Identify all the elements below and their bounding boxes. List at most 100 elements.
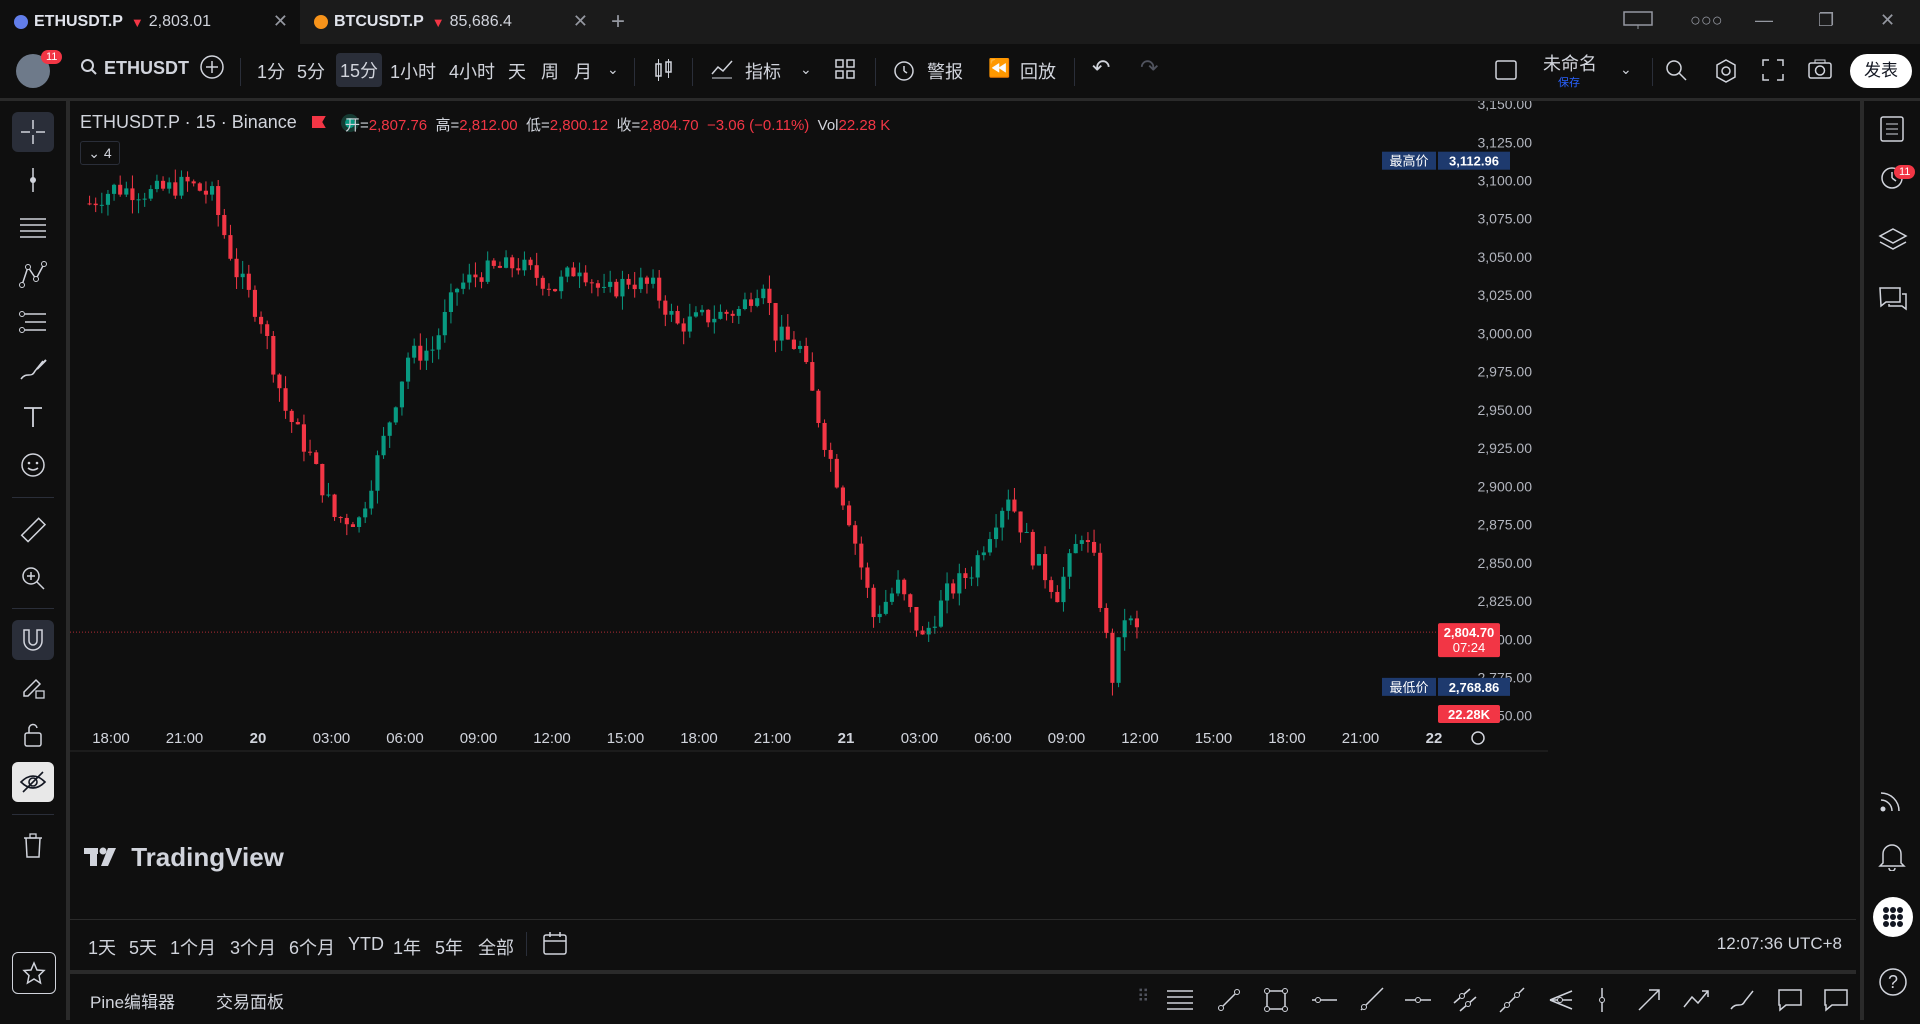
camera-icon[interactable] <box>1807 58 1833 85</box>
symbol-legend[interactable]: ETHUSDT.P · 15 · Binance <box>80 112 355 133</box>
interval-1m[interactable]: 1分 <box>257 58 285 84</box>
interval-5m[interactable]: 5分 <box>297 58 325 84</box>
range-all[interactable]: 全部 <box>478 934 514 960</box>
alert-icon[interactable] <box>892 58 916 87</box>
lowest-price-tag[interactable]: 最低价 2,768.86 <box>1382 677 1510 696</box>
path-icon[interactable] <box>1682 987 1710 1013</box>
crosshair-icon[interactable] <box>12 112 54 152</box>
close-icon[interactable]: ✕ <box>573 11 588 32</box>
chevron-down-icon[interactable]: ⌄ <box>800 61 812 78</box>
watchlist-icon[interactable] <box>1878 115 1906 148</box>
range-1d[interactable]: 1天 <box>88 934 116 960</box>
indicators-icon[interactable] <box>710 58 734 85</box>
brush-stroke-icon[interactable] <box>1729 987 1757 1013</box>
trendline-tools-icon[interactable] <box>12 207 54 247</box>
horizontal-lines-icon[interactable] <box>1165 987 1195 1013</box>
cursor-dot-icon[interactable] <box>12 160 54 200</box>
drag-handle-icon[interactable]: ⠿ <box>1137 987 1149 1007</box>
save-status[interactable]: 保存 <box>1558 74 1580 90</box>
lock-icon[interactable] <box>12 715 54 755</box>
apps-grid-icon[interactable] <box>1873 897 1913 937</box>
emoji-icon[interactable] <box>12 445 54 485</box>
ruler-icon[interactable] <box>12 511 54 551</box>
range-1y[interactable]: 1年 <box>393 934 421 960</box>
fullscreen-icon[interactable] <box>1761 58 1785 87</box>
indicator-collapse-button[interactable]: ⌄ 4 <box>80 141 120 165</box>
bell-icon[interactable] <box>1878 841 1906 876</box>
horizontal-ray-icon[interactable] <box>1310 987 1338 1013</box>
range-5y[interactable]: 5年 <box>435 934 463 960</box>
pattern-tools-icon[interactable] <box>12 255 54 295</box>
text-icon[interactable] <box>12 397 54 437</box>
chat-icon[interactable] <box>1878 285 1908 320</box>
interval-15m[interactable]: 15分 <box>336 53 383 87</box>
lock-drawing-icon[interactable] <box>12 667 54 707</box>
flag-icon[interactable] <box>311 116 326 128</box>
symbol-search[interactable]: ETHUSDT <box>104 58 189 79</box>
redo-icon[interactable]: ↷ <box>1140 55 1158 81</box>
pitchfork-icon[interactable] <box>1546 987 1574 1013</box>
minimize-icon[interactable]: — <box>1755 10 1773 31</box>
trash-icon[interactable] <box>12 826 54 866</box>
trading-panel-tab[interactable]: 交易面板 <box>216 988 284 1013</box>
range-5d[interactable]: 5天 <box>129 934 157 960</box>
range-1m[interactable]: 1个月 <box>170 934 216 960</box>
forecast-tools-icon[interactable] <box>12 302 54 342</box>
restore-icon[interactable]: ❐ <box>1818 10 1834 31</box>
alert-button[interactable]: 警报 <box>927 58 963 84</box>
templates-icon[interactable] <box>834 58 856 85</box>
range-6m[interactable]: 6个月 <box>289 934 335 960</box>
undo-icon[interactable]: ↶ <box>1092 55 1110 81</box>
tab-ethusdt[interactable]: ETHUSDT.P ▼ 2,803.01 ✕ <box>0 0 300 44</box>
horizontal-line-icon[interactable] <box>1404 987 1432 1013</box>
indicators-button[interactable]: 指标 <box>745 58 781 84</box>
ray-icon[interactable] <box>1358 987 1384 1013</box>
note-icon[interactable] <box>1822 987 1850 1013</box>
interval-day[interactable]: 天 <box>508 58 526 84</box>
favorites-star-icon[interactable] <box>12 952 56 994</box>
comment-icon[interactable] <box>1776 987 1804 1013</box>
layout-square-icon[interactable] <box>1494 58 1518 87</box>
window-close-icon[interactable]: ✕ <box>1880 10 1895 31</box>
add-symbol-icon[interactable] <box>199 54 225 85</box>
settings-icon[interactable] <box>1713 58 1739 89</box>
tab-btcusdt[interactable]: BTCUSDT.P ▼ 85,686.4 ✕ <box>300 0 600 44</box>
range-3m[interactable]: 3个月 <box>230 934 276 960</box>
search-icon[interactable] <box>80 58 98 81</box>
axis-settings-icon[interactable] <box>1471 731 1485 745</box>
range-ytd[interactable]: YTD <box>348 934 384 955</box>
rectangle-icon[interactable] <box>1263 987 1289 1013</box>
new-tab-icon[interactable]: + <box>611 8 625 36</box>
trend-line-icon[interactable] <box>1216 987 1242 1013</box>
quick-search-icon[interactable] <box>1664 58 1688 87</box>
highest-price-tag[interactable]: 最高价 3,112.96 <box>1382 151 1510 170</box>
replay-button[interactable]: 回放 <box>1020 58 1056 84</box>
pine-editor-tab[interactable]: Pine编辑器 <box>90 988 175 1013</box>
brush-icon[interactable] <box>12 350 54 390</box>
chevron-down-icon[interactable]: ⌄ <box>1620 61 1632 78</box>
publish-button[interactable]: 发表 <box>1850 54 1912 88</box>
hide-drawings-icon[interactable] <box>12 762 54 802</box>
extended-line-icon[interactable] <box>1499 987 1525 1013</box>
magnet-icon[interactable] <box>12 620 54 660</box>
chevron-down-icon[interactable]: ⌄ <box>607 61 619 78</box>
go-to-date-icon[interactable] <box>542 931 568 962</box>
clock-timezone[interactable]: 12:07:36 UTC+8 <box>1717 934 1842 954</box>
tradingview-logo[interactable]: TradingView <box>84 842 284 873</box>
layers-icon[interactable] <box>1878 226 1908 259</box>
interval-1h[interactable]: 1小时 <box>390 58 436 84</box>
candle-style-icon[interactable] <box>654 58 674 87</box>
price-chart[interactable]: 18:00 21:00 20 03:00 06:00 09:00 12:00 15:00 18:… <box>70 101 1856 911</box>
zoom-in-icon[interactable] <box>12 558 54 598</box>
layout-name[interactable]: 未命名 <box>1543 50 1597 76</box>
replay-icon[interactable]: ⏪ <box>988 58 1010 79</box>
layout-icon[interactable] <box>1623 10 1653 35</box>
signal-icon[interactable] <box>1878 786 1906 819</box>
help-icon[interactable]: ? <box>1878 967 1908 1002</box>
close-icon[interactable]: ✕ <box>273 11 288 32</box>
interval-month[interactable]: 月 <box>574 58 592 84</box>
parallel-channel-icon[interactable] <box>1452 987 1478 1013</box>
interval-week[interactable]: 周 <box>541 58 559 84</box>
more-icon[interactable]: ○○○ <box>1690 10 1723 31</box>
vertical-line-icon[interactable] <box>1596 987 1608 1013</box>
